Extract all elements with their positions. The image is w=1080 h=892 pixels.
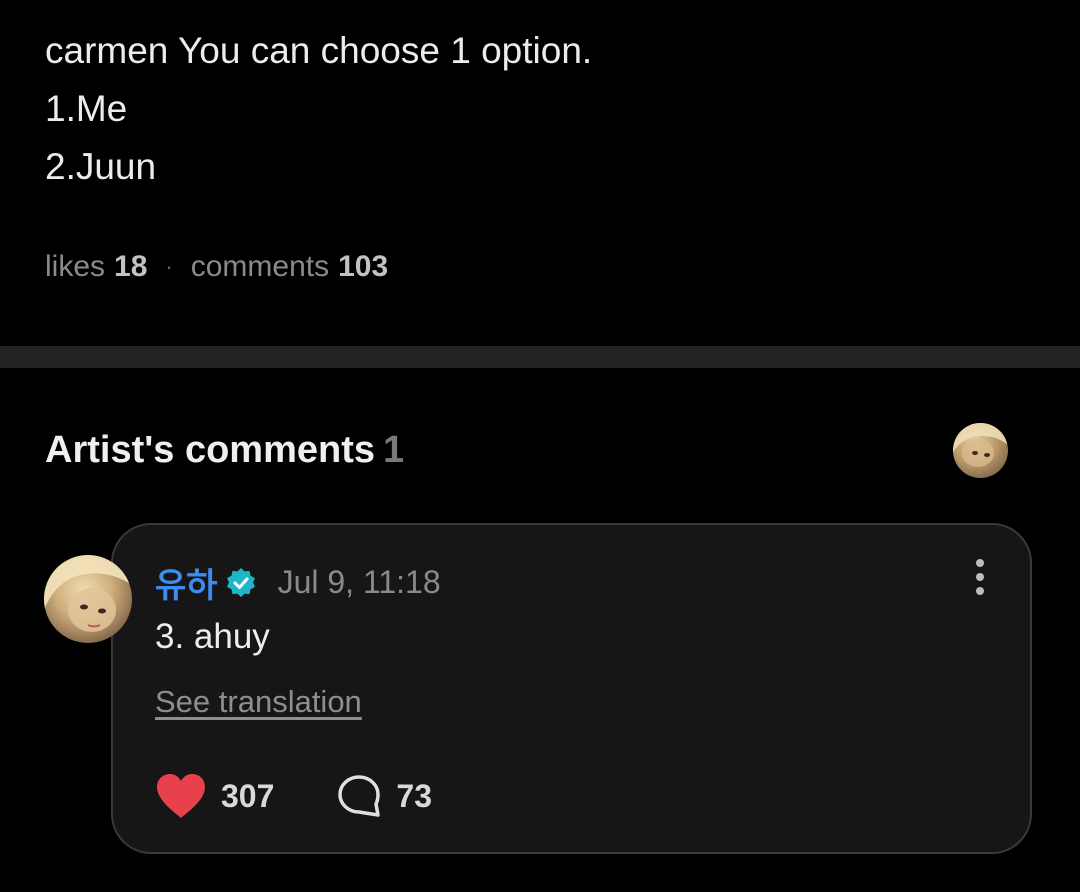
like-count: 307 [221, 777, 275, 814]
reply-count: 73 [396, 777, 432, 814]
artist-comments-count: 1 [383, 429, 405, 471]
post-detail-page: carmen You can choose 1 option. 1.Me 2.J… [0, 0, 1080, 892]
comment-author-row: 유하 Jul 9, 11:18 [155, 558, 441, 607]
heart-icon [155, 772, 207, 820]
comment-author-name[interactable]: 유하 [155, 558, 218, 607]
artist-comments-title: Artist's comments 1 [45, 429, 404, 472]
post-stats: likes 18 · comments 103 [45, 250, 388, 284]
post-line-1: carmen You can choose 1 option. [45, 30, 593, 71]
comment-actions: 307 73 [155, 772, 432, 820]
comments-label[interactable]: comments [191, 250, 329, 284]
comment-text: 3. ahuy [155, 617, 270, 656]
post-line-3: 2.Juun [45, 146, 157, 187]
more-options-icon[interactable] [965, 558, 995, 598]
comment-author-avatar[interactable] [44, 555, 132, 643]
see-translation-link[interactable]: See translation [155, 684, 362, 720]
section-divider [0, 346, 1080, 368]
post-line-2: 1.Me [45, 88, 128, 129]
reply-button[interactable]: 73 [336, 773, 432, 819]
likes-count: 18 [114, 250, 148, 283]
comments-count[interactable]: 103 [338, 250, 388, 284]
artist-comments-label: Artist's comments [45, 429, 376, 471]
stats-separator: · [165, 254, 173, 279]
post-body: carmen You can choose 1 option. 1.Me 2.J… [45, 22, 1035, 196]
likes-label: likes [45, 250, 106, 283]
comment-timestamp: Jul 9, 11:18 [277, 564, 441, 600]
like-button[interactable]: 307 [155, 772, 274, 820]
comment-bubble-icon [336, 773, 382, 819]
artist-avatar[interactable] [953, 423, 1008, 478]
verified-badge-icon [226, 567, 256, 598]
